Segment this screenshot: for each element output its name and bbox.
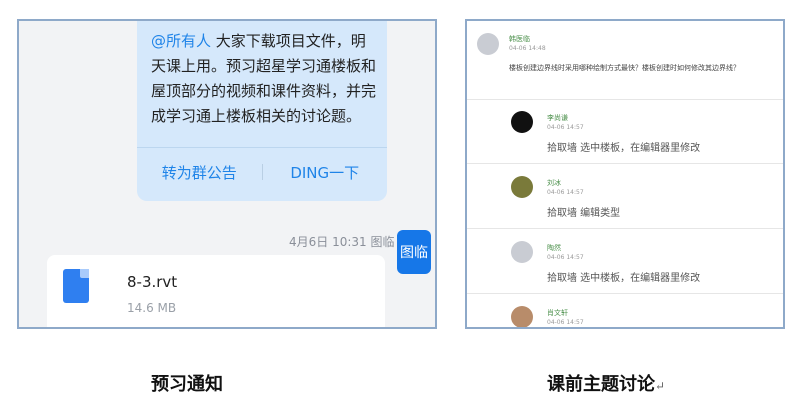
reply-text: 拾取墙 选中楼板，在编辑器里修改 [547, 143, 701, 154]
ding-button[interactable]: DING一下 [263, 162, 388, 183]
reply-avatar[interactable] [511, 176, 533, 198]
reply-time: 04-06 14:57 [547, 319, 584, 326]
file-card[interactable]: 8-3.rvt 14.6 MB [47, 255, 385, 327]
reply-item: 陶然 04-06 14:57 拾取墙 选中楼板，在编辑器里修改 [467, 229, 783, 294]
announce-button[interactable]: 转为群公告 [137, 162, 262, 183]
discussion-question: 楼板创建边界线时采用哪种绘制方式最快？楼板创建时如何修改其边界线？ [509, 64, 740, 72]
notice-panel: @所有人 大家下载项目文件，明天课上用。预习超星学习通楼板和屋顶部分的视频和课件… [17, 19, 437, 329]
reply-name[interactable]: 陶然 [547, 243, 561, 253]
author-avatar[interactable] [477, 33, 499, 55]
message-bubble: @所有人 大家下载项目文件，明天课上用。预习超星学习通楼板和屋顶部分的视频和课件… [137, 21, 387, 201]
reply-avatar[interactable] [511, 241, 533, 263]
return-mark: ↵ [655, 379, 666, 393]
reply-time: 04-06 14:57 [547, 124, 584, 131]
mention-all[interactable]: @所有人 [151, 32, 211, 50]
sender-avatar[interactable]: 图临 [397, 230, 431, 274]
reply-name[interactable]: 刘冰 [547, 178, 561, 188]
reply-item: 肖文轩 04-06 14:57 [467, 294, 783, 327]
file-icon [63, 269, 89, 303]
discussion-panel: 韩医临 04-06 14:48 楼板创建边界线时采用哪种绘制方式最快？楼板创建时… [465, 19, 785, 329]
reply-time: 04-06 14:57 [547, 189, 584, 196]
reply-text: 拾取墙 编辑类型 [547, 208, 621, 219]
reply-item: 刘冰 04-06 14:57 拾取墙 编辑类型 [467, 164, 783, 229]
caption-discussion-text: 课前主题讨论 [547, 374, 655, 395]
bubble-divider [137, 147, 387, 148]
caption-discussion: 课前主题讨论↵ [547, 370, 665, 396]
file-name: 8-3.rvt [127, 273, 178, 291]
reply-name[interactable]: 李尚谦 [547, 113, 568, 123]
post-time: 04-06 14:48 [509, 45, 546, 52]
reply-time: 04-06 14:57 [547, 254, 584, 261]
reply-avatar[interactable] [511, 306, 533, 327]
reply-text: 拾取墙 选中楼板，在编辑器里修改 [547, 273, 701, 284]
bubble-actions: 转为群公告 DING一下 [137, 154, 387, 190]
author-name[interactable]: 韩医临 [509, 34, 530, 44]
file-size: 14.6 MB [127, 301, 177, 315]
message-text: @所有人 大家下载项目文件，明天课上用。预习超星学习通楼板和屋顶部分的视频和课件… [151, 29, 377, 129]
message-meta: 4月6日 10:31 图临 [289, 235, 395, 249]
reply-name[interactable]: 肖文轩 [547, 308, 568, 318]
reply-avatar[interactable] [511, 111, 533, 133]
discussion-post: 韩医临 04-06 14:48 楼板创建边界线时采用哪种绘制方式最快？楼板创建时… [467, 21, 783, 100]
caption-notice: 预习通知 [151, 374, 223, 395]
reply-item: 李尚谦 04-06 14:57 拾取墙 选中楼板，在编辑器里修改 [467, 99, 783, 164]
